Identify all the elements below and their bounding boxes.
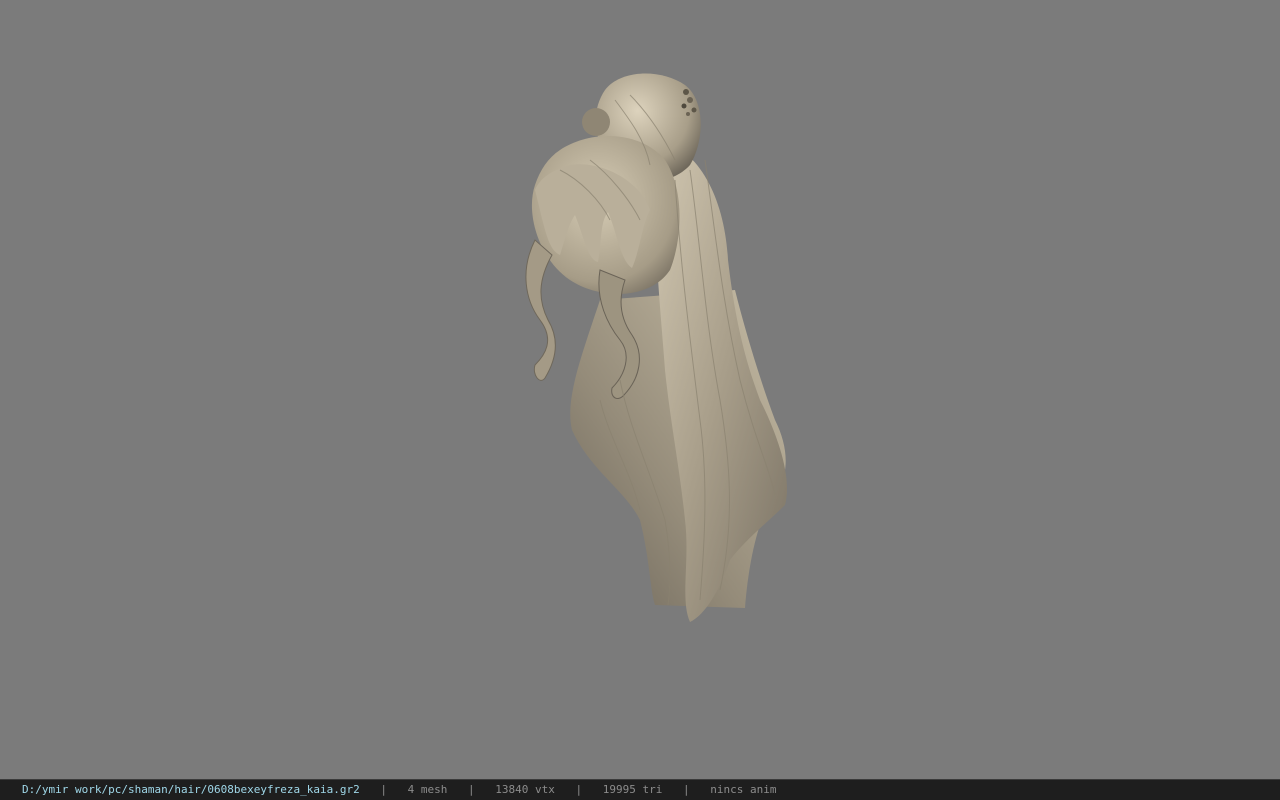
hair-model xyxy=(525,73,788,622)
status-bar: D:/ymir work/pc/shaman/hair/0608bexeyfre… xyxy=(0,779,1280,800)
separator: | xyxy=(380,783,388,796)
triangle-count: 19995 tri xyxy=(602,783,663,796)
separator: | xyxy=(468,783,475,796)
3d-viewport[interactable] xyxy=(0,0,1280,779)
mesh-count: 4 mesh xyxy=(407,783,448,796)
anim-status: nincs anim xyxy=(710,783,777,796)
hair-bun-loop xyxy=(582,108,610,136)
file-path: D:/ymir work/pc/shaman/hair/0608bexeyfre… xyxy=(22,783,360,796)
vertex-count: 13840 vtx xyxy=(495,783,555,796)
separator: | xyxy=(575,783,583,796)
separator: | xyxy=(682,783,690,796)
